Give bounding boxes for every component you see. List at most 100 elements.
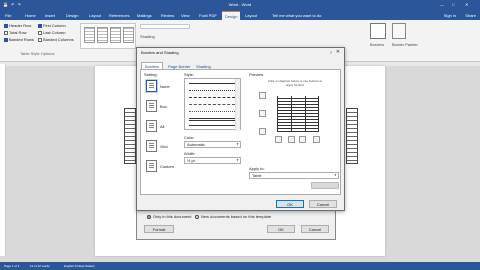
checkbox-label: Last Column bbox=[43, 30, 66, 35]
left-border-button[interactable] bbox=[275, 136, 282, 143]
setting-none-icon[interactable] bbox=[146, 80, 157, 92]
total-row-checkbox[interactable]: Total Row bbox=[4, 30, 27, 35]
radio-dot bbox=[195, 214, 199, 219]
line-style-option[interactable] bbox=[189, 104, 235, 105]
dialog-close-icon[interactable]: ✕ bbox=[336, 49, 340, 55]
setting-custom-icon[interactable] bbox=[146, 160, 157, 172]
cancel-button[interactable]: Cancel bbox=[309, 200, 337, 208]
table-style-thumb[interactable] bbox=[84, 27, 95, 43]
maximize-icon[interactable]: □ bbox=[452, 2, 454, 7]
checkbox-label: Header Row bbox=[9, 23, 32, 28]
line-style-option[interactable] bbox=[189, 111, 235, 112]
preview-area[interactable] bbox=[259, 88, 333, 148]
checkbox-label: Banded Columns bbox=[43, 37, 74, 42]
back-cancel-button[interactable]: Cancel bbox=[301, 225, 329, 233]
close-icon[interactable]: ✕ bbox=[465, 2, 468, 7]
sign-in-link[interactable]: Sign in bbox=[444, 13, 456, 18]
header-row-checkbox[interactable]: Header Row bbox=[4, 23, 31, 28]
line-style-list[interactable] bbox=[184, 78, 241, 131]
table-styles-gallery[interactable] bbox=[80, 23, 136, 49]
chevron-down-icon: ▼ bbox=[236, 142, 239, 146]
border-painter-icon[interactable] bbox=[392, 23, 406, 39]
tab-borders[interactable]: Borders bbox=[141, 62, 164, 69]
line-style-option[interactable] bbox=[189, 125, 235, 126]
setting-grid-icon[interactable] bbox=[146, 140, 157, 152]
tab-page-border[interactable]: Page Border bbox=[164, 62, 194, 69]
tab-table-design[interactable]: Design bbox=[222, 11, 241, 20]
checkbox-box bbox=[38, 30, 42, 35]
diagonal-border-button[interactable] bbox=[313, 136, 320, 143]
tab-foxit-pdf[interactable]: Foxit PDF bbox=[196, 11, 220, 20]
ok-button[interactable]: OK bbox=[276, 200, 304, 208]
tell-me-search[interactable]: Tell me what you want to do bbox=[272, 13, 321, 18]
format-button[interactable]: Format bbox=[144, 225, 174, 233]
setting-box-label[interactable]: Box bbox=[160, 104, 167, 109]
tab-file[interactable]: File bbox=[2, 11, 14, 20]
table-right-edge bbox=[346, 108, 358, 164]
setting-custom-label[interactable]: Custom bbox=[160, 164, 174, 169]
color-dropdown[interactable]: Automatic ▼ bbox=[184, 141, 241, 148]
options-button[interactable] bbox=[311, 182, 339, 189]
apply-to-dropdown[interactable]: Table ▼ bbox=[249, 172, 339, 179]
ribbon-tabs: File Home Insert Design Layout Reference… bbox=[0, 9, 480, 20]
banded-rows-checkbox[interactable]: Banded Rows bbox=[4, 37, 34, 42]
word-count[interactable]: 12 of 12 words bbox=[30, 264, 50, 268]
radio-only-this-document[interactable]: Only in this document bbox=[147, 214, 191, 219]
tab-design[interactable]: Design bbox=[63, 11, 81, 20]
bottom-border-button[interactable] bbox=[259, 128, 266, 135]
banded-columns-checkbox[interactable]: Banded Columns bbox=[38, 37, 74, 42]
style-list-scrollbar[interactable] bbox=[235, 79, 240, 131]
setting-all-label[interactable]: All bbox=[160, 124, 164, 129]
tab-mailings[interactable]: Mailings bbox=[134, 11, 155, 20]
line-style-option[interactable] bbox=[189, 83, 235, 84]
back-ok-button[interactable]: OK bbox=[267, 225, 295, 233]
color-value: Automatic bbox=[187, 142, 205, 147]
minimize-icon[interactable]: — bbox=[440, 2, 444, 7]
right-border-button[interactable] bbox=[299, 136, 306, 143]
tab-layout[interactable]: Layout bbox=[86, 11, 104, 20]
radio-label: New documents based on this template bbox=[201, 214, 272, 219]
language-indicator[interactable]: English (United States) bbox=[64, 264, 95, 268]
table-style-thumb[interactable] bbox=[123, 27, 134, 43]
share-button[interactable]: Share bbox=[465, 13, 476, 18]
last-column-checkbox[interactable]: Last Column bbox=[38, 30, 65, 35]
border-painter-label[interactable]: Border Painter bbox=[392, 42, 420, 47]
first-column-checkbox[interactable]: First Column bbox=[38, 23, 66, 28]
help-icon[interactable]: ? bbox=[330, 50, 332, 55]
line-style-option[interactable] bbox=[189, 90, 235, 91]
preview-table-diagram[interactable] bbox=[277, 96, 319, 132]
border-styles-box[interactable] bbox=[140, 24, 190, 29]
setting-preview bbox=[149, 163, 154, 169]
vertical-ruler bbox=[0, 64, 6, 256]
setting-preview bbox=[149, 123, 154, 129]
inside-vertical-button[interactable] bbox=[288, 136, 295, 143]
line-style-option[interactable] bbox=[189, 118, 235, 121]
shading-label[interactable]: Shading bbox=[140, 34, 155, 39]
tab-insert[interactable]: Insert bbox=[42, 11, 58, 20]
setting-grid-label[interactable]: Grid bbox=[160, 144, 168, 149]
width-dropdown[interactable]: ½ pt ▼ bbox=[184, 157, 241, 164]
tab-table-layout[interactable]: Layout bbox=[242, 11, 260, 20]
table-style-thumb[interactable] bbox=[110, 27, 121, 43]
setting-box-icon[interactable] bbox=[146, 100, 157, 112]
tab-view[interactable]: View bbox=[178, 11, 193, 20]
setting-none-label[interactable]: None bbox=[160, 84, 170, 89]
table-style-thumb[interactable] bbox=[97, 27, 108, 43]
tab-references[interactable]: References bbox=[106, 11, 132, 20]
line-style-option[interactable] bbox=[189, 97, 235, 98]
group-label: Table Style Options bbox=[20, 51, 55, 56]
preview-hint: Click on diagram below or use buttons to… bbox=[267, 79, 323, 87]
style-label: Style: bbox=[184, 72, 195, 77]
radio-new-documents[interactable]: New documents based on this template bbox=[195, 214, 271, 219]
setting-all-icon[interactable] bbox=[146, 120, 157, 132]
page-count[interactable]: Page 1 of 1 bbox=[4, 264, 19, 268]
window-title: Word - Word bbox=[228, 2, 252, 7]
borders-icon[interactable] bbox=[370, 23, 386, 39]
tab-review[interactable]: Review bbox=[158, 11, 177, 20]
checkbox-label: Banded Rows bbox=[9, 37, 34, 42]
tab-shading[interactable]: Shading bbox=[192, 62, 215, 69]
top-border-button[interactable] bbox=[259, 92, 266, 99]
chevron-down-icon: ▼ bbox=[334, 173, 337, 177]
inside-horizontal-button[interactable] bbox=[259, 110, 266, 117]
tab-home[interactable]: Home bbox=[22, 11, 39, 20]
